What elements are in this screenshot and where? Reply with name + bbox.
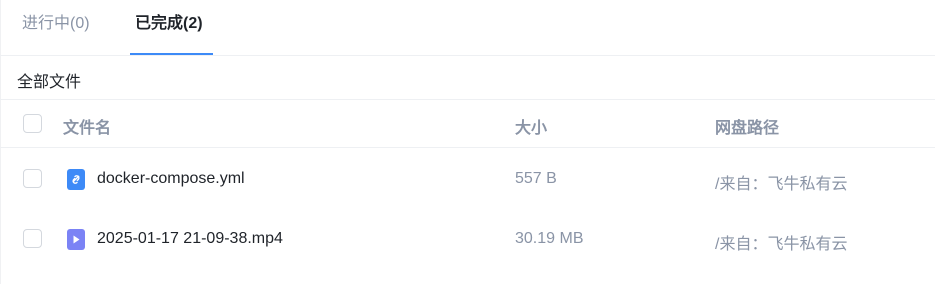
tab-completed[interactable]: 已完成(2)	[135, 0, 203, 56]
link-file-icon	[67, 169, 85, 190]
transfer-panel: 进行中(0) 已完成(2) 全部文件 文件名 大小 网盘路径 docker-co…	[0, 0, 935, 284]
row-checkbox[interactable]	[23, 229, 42, 248]
tab-in-progress[interactable]: 进行中(0)	[22, 0, 90, 56]
column-header-path[interactable]: 网盘路径	[715, 114, 779, 138]
column-header-size[interactable]: 大小	[515, 114, 547, 138]
tab-bar: 进行中(0) 已完成(2)	[0, 0, 935, 56]
active-tab-indicator	[130, 53, 213, 55]
breadcrumb-all-files[interactable]: 全部文件	[17, 68, 81, 92]
file-name[interactable]: 2025-01-17 21-09-38.mp4	[97, 230, 283, 248]
table-row[interactable]: 2025-01-17 21-09-38.mp4 30.19 MB /来自：飞牛私…	[0, 210, 935, 270]
file-name[interactable]: docker-compose.yml	[97, 170, 245, 188]
select-all-checkbox[interactable]	[23, 114, 42, 133]
row-checkbox[interactable]	[23, 169, 42, 188]
column-header-name[interactable]: 文件名	[63, 114, 111, 138]
table-row[interactable]: docker-compose.yml 557 B /来自：飞牛私有云	[0, 150, 935, 210]
breadcrumb: 全部文件	[0, 56, 935, 100]
file-cloud-path[interactable]: /来自：飞牛私有云	[715, 230, 847, 254]
file-size: 30.19 MB	[515, 230, 584, 247]
video-file-icon	[67, 229, 85, 250]
table-header: 文件名 大小 网盘路径	[0, 100, 935, 148]
file-size: 557 B	[515, 170, 557, 187]
file-cloud-path[interactable]: /来自：飞牛私有云	[715, 170, 847, 194]
